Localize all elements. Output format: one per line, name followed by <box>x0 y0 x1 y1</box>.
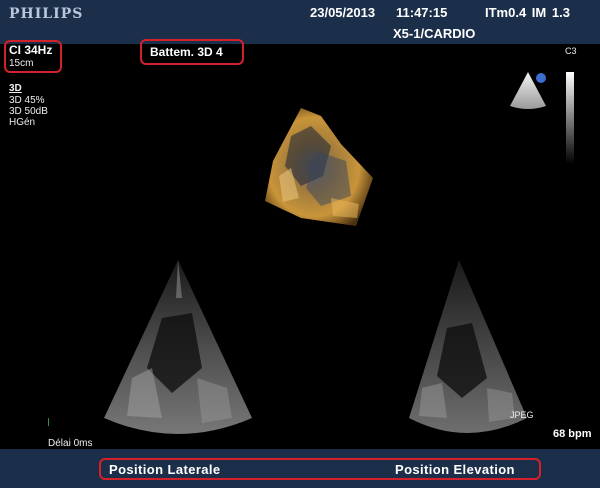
grayscale-bar <box>566 72 574 164</box>
mode-label: 3D <box>9 83 22 94</box>
scale-label: C3 <box>565 46 577 56</box>
acoustic-indices: ITm0.4 IM 1.3 <box>485 5 570 20</box>
probe-orientation-icon <box>510 72 546 109</box>
depth-value: 15cm <box>9 58 34 69</box>
harmonic-mode: HGén <box>9 117 36 128</box>
gain-value: 3D 45% <box>9 95 45 106</box>
dynamic-range: 3D 50dB <box>9 106 48 117</box>
ecg-marker <box>48 418 49 426</box>
exam-time: 11:47:15 <box>396 5 448 20</box>
probe-preset: X5-1/CARDIO <box>393 26 476 41</box>
frame-rate: CI 34Hz <box>9 43 53 57</box>
position-elevation-label: Position Elevation <box>395 462 515 477</box>
exam-date: 23/05/2013 <box>310 5 376 20</box>
position-lateral-label: Position Laterale <box>109 462 221 477</box>
jpeg-label: JPEG <box>510 410 534 420</box>
lateral-2d-sector <box>104 260 252 434</box>
beats-label: Battem. 3D 4 <box>150 45 223 59</box>
brand-logo: PHILIPS <box>9 6 84 22</box>
delay-value: Délai 0ms <box>48 438 93 449</box>
heart-rate: 68 bpm <box>553 428 592 440</box>
3d-volume-render <box>265 108 373 226</box>
